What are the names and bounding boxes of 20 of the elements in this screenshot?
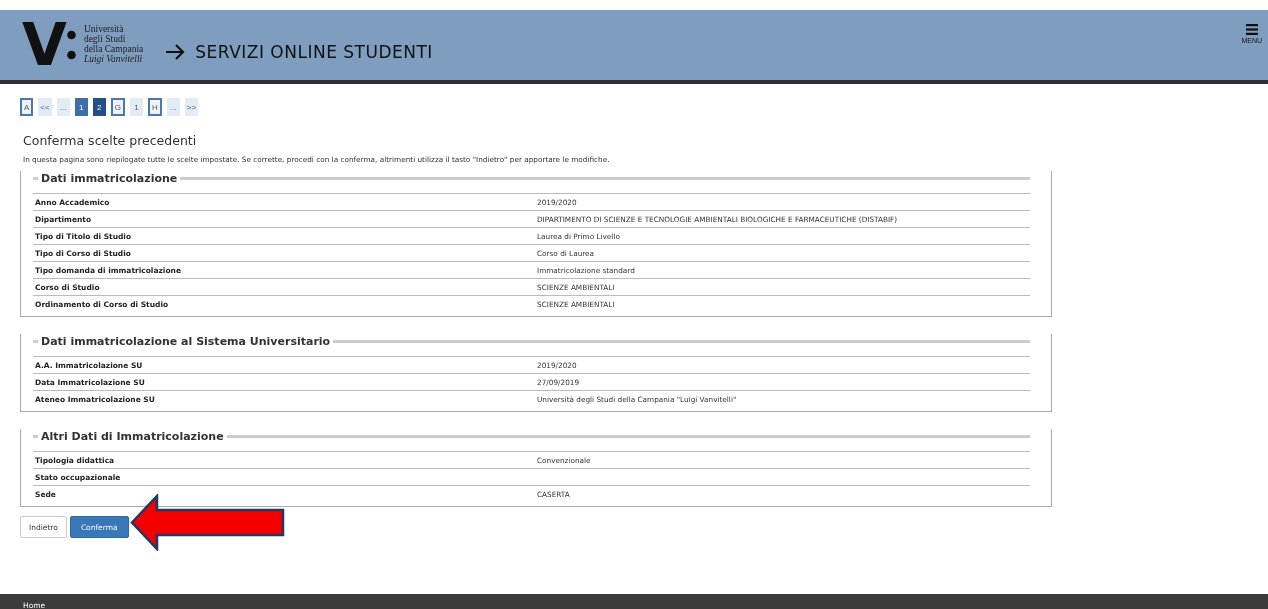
step-link[interactable]: >> xyxy=(184,98,199,116)
page-title: Conferma scelte precedenti xyxy=(23,133,198,148)
step-link[interactable]: 2 xyxy=(92,98,106,116)
logo-dots-icon xyxy=(66,28,76,62)
section-legend: Altri Dati di Immatricolazione xyxy=(41,429,224,443)
step-link[interactable]: ... xyxy=(56,98,70,116)
site-title: SERVIZI ONLINE STUDENTI xyxy=(195,42,433,62)
logo-letter: V xyxy=(22,16,65,74)
step-link[interactable]: A xyxy=(20,98,34,116)
arrow-right-icon xyxy=(165,44,186,60)
step-link[interactable]: G xyxy=(110,98,125,116)
step-link[interactable]: << xyxy=(38,98,52,116)
step-link[interactable]: 1 xyxy=(74,98,88,116)
university-name: Università degli Studi della Campania Luigi Vanvitelli xyxy=(83,25,144,65)
step-link[interactable]: H xyxy=(147,98,162,116)
step-link[interactable]: ... xyxy=(166,98,180,116)
step-link[interactable]: 1 xyxy=(129,98,143,116)
menu-icon[interactable] xyxy=(1245,24,1258,35)
section-legend: Dati immatricolazione al Sistema Universitario xyxy=(41,334,331,348)
section-legend: Dati immatricolazione xyxy=(41,171,178,185)
